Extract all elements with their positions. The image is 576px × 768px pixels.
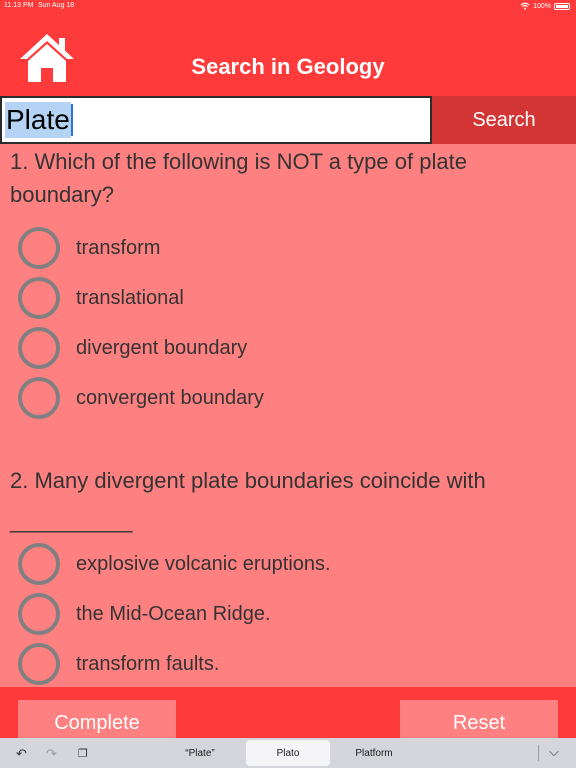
status-date: Sun Aug 18 (38, 2, 75, 9)
divider (538, 745, 539, 761)
text-caret (70, 104, 73, 136)
complete-button[interactable]: Complete (18, 700, 176, 738)
redo-icon[interactable]: ↷ (46, 746, 57, 762)
radio-button[interactable] (18, 377, 60, 419)
answer-option[interactable]: transform faults. (18, 642, 219, 686)
suggestion-item[interactable]: “Plate” (150, 740, 250, 766)
radio-button[interactable] (18, 593, 60, 635)
battery-percent: 100% (533, 2, 551, 10)
header-bar: Search in Geology (0, 12, 576, 96)
page-title: Search in Geology (191, 54, 385, 79)
search-input[interactable]: Plate (0, 96, 432, 144)
option-label: the Mid-Ocean Ridge. (76, 602, 271, 625)
answer-option[interactable]: the Mid-Ocean Ridge. (18, 592, 271, 636)
status-bar: 11:13 PM Sun Aug 18 100% (0, 0, 576, 12)
search-input-value: Plate (5, 102, 71, 138)
radio-button[interactable] (18, 543, 60, 585)
bottom-action-bar: Complete Reset (0, 687, 576, 738)
option-label: transform faults. (76, 652, 220, 675)
question-text: 2. Many divergent plate boundaries coinc… (10, 468, 486, 533)
reset-button[interactable]: Reset (400, 700, 558, 738)
answer-option[interactable]: transform (18, 226, 160, 270)
undo-icon[interactable]: ↶ (16, 746, 27, 762)
radio-button[interactable] (18, 643, 60, 685)
radio-button[interactable] (18, 277, 60, 319)
option-label: explosive volcanic eruptions. (76, 552, 331, 575)
question-text: 1. Which of the following is NOT a type … (10, 149, 467, 207)
answer-option[interactable]: divergent boundary (18, 326, 247, 370)
suggestion-item[interactable]: Platform (330, 740, 418, 766)
radio-button[interactable] (18, 327, 60, 369)
chevron-down-icon[interactable]: ⌵ (549, 744, 559, 760)
option-label: transform (76, 236, 161, 259)
battery-icon (554, 2, 570, 10)
option-label: translational (76, 286, 184, 309)
answer-option[interactable]: explosive volcanic eruptions. (18, 542, 331, 586)
suggestion-item[interactable]: Plato (246, 740, 330, 766)
search-button[interactable]: Search (432, 96, 576, 144)
answer-option[interactable]: translational (18, 276, 184, 320)
option-label: divergent boundary (76, 336, 248, 359)
wifi-icon (520, 2, 530, 10)
keyboard-shortcut-bar: ↶ ↷ ❐ “Plate” Plato Platform ⌵ (0, 738, 576, 768)
answer-option[interactable]: convergent boundary (18, 376, 264, 420)
status-time: 11:13 PM (4, 2, 34, 9)
status-right: 100% (520, 2, 570, 10)
radio-button[interactable] (18, 227, 60, 269)
option-label: convergent boundary (76, 386, 264, 409)
paste-icon[interactable]: ❐ (78, 747, 88, 760)
